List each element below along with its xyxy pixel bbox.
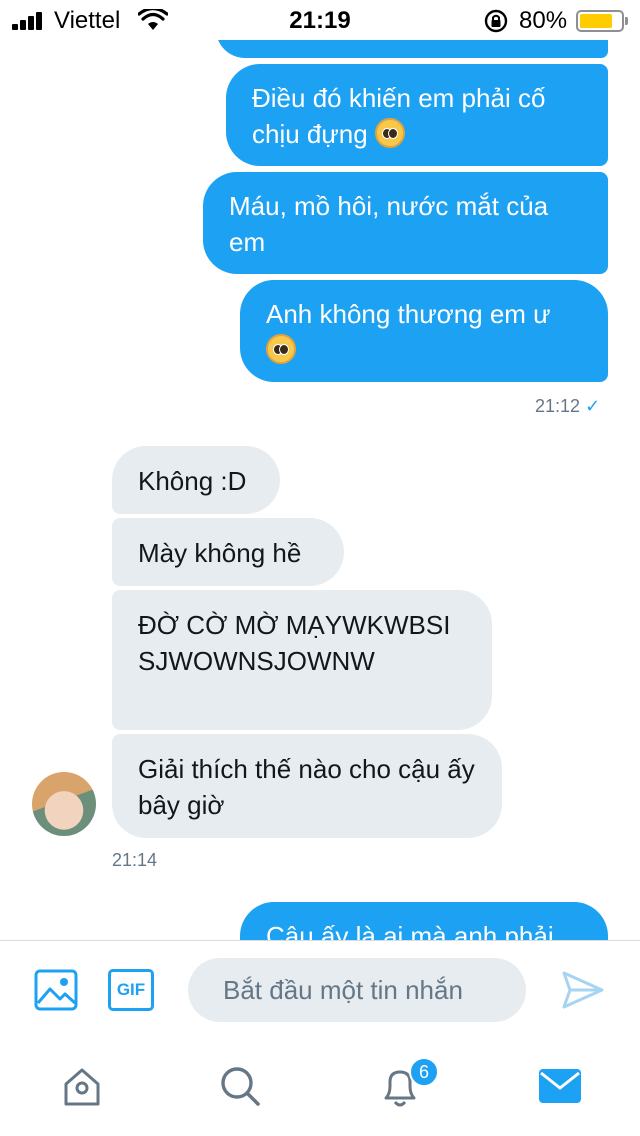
sent-time: 21:12 [535, 396, 581, 416]
message-bubble-outgoing[interactable]: Cậu ấy là ai mà anh phải [240, 902, 608, 940]
battery-percent: 80% [519, 7, 568, 34]
message-bubble-incoming[interactable]: ĐỜ CỜ MỜ MẠYWKWBSISJWOWNSJOWNW [112, 590, 492, 730]
message-bubble-incoming[interactable]: Mày không hề [112, 518, 344, 586]
send-icon[interactable] [562, 971, 604, 1009]
messages-envelope-icon[interactable] [538, 1068, 582, 1104]
message-bubble-outgoing[interactable]: Điều đó khiến em phải cố chịu đựng [226, 64, 608, 166]
message-input[interactable] [188, 958, 526, 1022]
message-bubble-outgoing[interactable] [216, 40, 608, 58]
message-text: Mày không hề [138, 538, 302, 568]
conversation-thread[interactable]: Điều đó khiến em phải cố chịu đựng Máu, … [0, 40, 640, 940]
message-input-container[interactable] [188, 958, 526, 1022]
message-bubble-incoming[interactable]: Không :D [112, 446, 280, 514]
read-check-icon: ✓ [585, 396, 601, 416]
gif-label: GIF [116, 980, 146, 999]
pleading-face-emoji [266, 334, 296, 364]
message-bubble-outgoing[interactable]: Máu, mồ hôi, nước mắt của em [203, 172, 608, 274]
battery-icon [576, 10, 628, 32]
message-text: ĐỜ CỜ MỜ MẠYWKWBSISJWOWNSJOWNW [138, 610, 451, 676]
image-icon[interactable] [34, 969, 78, 1011]
home-icon[interactable] [60, 1064, 104, 1108]
search-icon[interactable] [218, 1064, 262, 1108]
message-text: Không :D [138, 466, 247, 496]
pleading-face-emoji [374, 118, 405, 148]
message-composer: GIF [0, 940, 640, 1038]
message-bubble-outgoing[interactable]: Anh không thương em ư [240, 280, 608, 382]
message-text: Giải thích thế nào cho cậu ấy bây giờ [138, 754, 475, 820]
gif-button[interactable]: GIF [108, 969, 154, 1011]
received-timestamp: 21:14 [112, 850, 158, 870]
sender-avatar[interactable] [32, 772, 96, 836]
message-text: Cậu ấy là ai mà anh phải [266, 921, 554, 940]
status-bar: Viettel 21:19 80% [0, 0, 640, 40]
message-bubble-incoming[interactable]: Giải thích thế nào cho cậu ấy bây giờ [112, 734, 502, 838]
message-text: Anh không thương em ư [266, 299, 551, 329]
message-text: Máu, mồ hôi, nước mắt của em [229, 191, 549, 257]
notifications-badge: 6 [409, 1057, 439, 1087]
orientation-lock-icon [484, 9, 508, 33]
tab-bar [0, 1038, 640, 1136]
sent-timestamp: 21:12 ✓ [535, 396, 600, 417]
